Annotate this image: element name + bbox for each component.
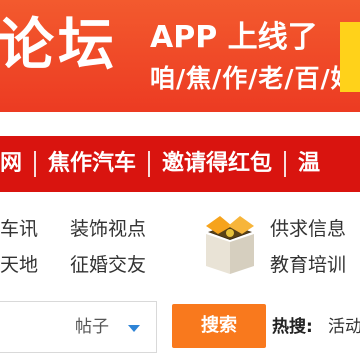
app-promo-banner[interactable]: 论坛 APP 上线了 咱/焦/作/老/百/姓 [0, 0, 360, 112]
chevron-down-icon[interactable] [128, 325, 140, 332]
link-education[interactable]: 教育培训 [270, 252, 346, 278]
link-supply-demand[interactable]: 供求信息 [270, 216, 346, 242]
supply-box-icon [206, 216, 254, 274]
nav-item-jiaozuo-auto[interactable]: 焦作汽车 [36, 136, 148, 192]
banner-title: 论坛 [0, 13, 118, 78]
banner-ribbon [340, 22, 360, 92]
link-car-news[interactable]: 车讯 [0, 216, 38, 242]
search-type-select[interactable]: 帖子 [75, 317, 109, 337]
link-world[interactable]: 天地 [0, 252, 38, 278]
nav-item-partial[interactable]: 温 [286, 136, 332, 192]
link-dating[interactable]: 征婚交友 [70, 252, 146, 278]
nav-item-invite-red-packet[interactable]: 邀请得红包 [150, 136, 284, 192]
main-nav: 网 焦作汽车 邀请得红包 温 [0, 136, 360, 192]
link-decoration[interactable]: 装饰视点 [70, 216, 146, 242]
banner-subline: 咱/焦/作/老/百/姓 [150, 64, 357, 93]
search-button[interactable]: 搜索 [172, 304, 266, 348]
hot-search-label: 热搜: [272, 317, 313, 337]
hot-search-link[interactable]: 活动 [328, 316, 360, 338]
nav-item-web[interactable]: 网 [0, 136, 34, 192]
banner-headline: APP 上线了 [150, 20, 318, 55]
